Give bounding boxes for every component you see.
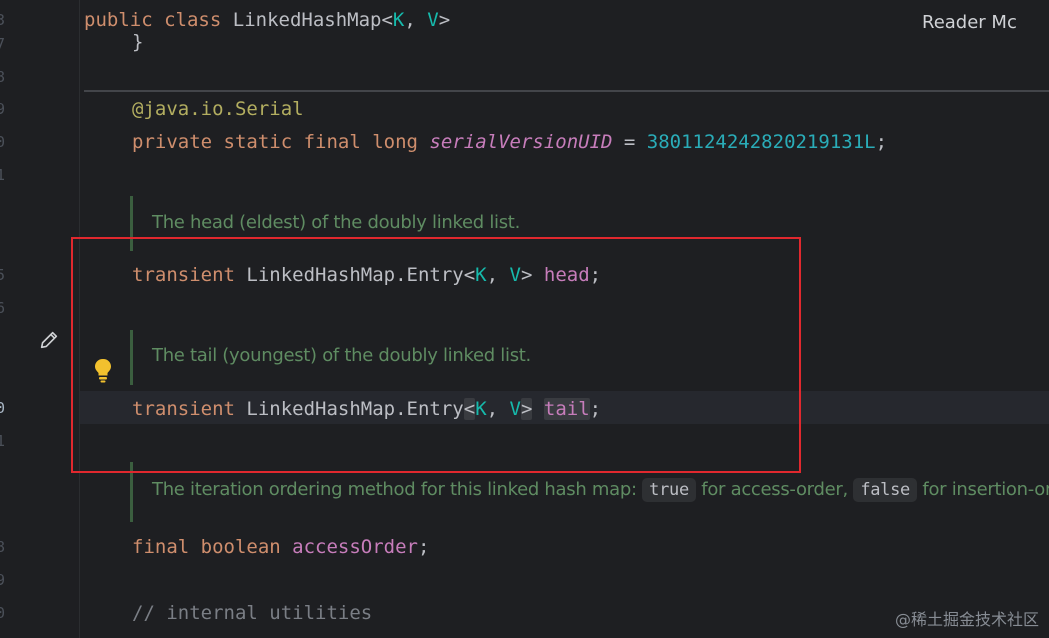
reader-mode-button[interactable]: Reader Mc — [888, 0, 1049, 42]
line-number: 1 — [0, 166, 6, 184]
line-number: 7 — [0, 35, 6, 53]
line-number: 8 — [0, 68, 6, 86]
inline-code-false: false — [853, 478, 917, 502]
annotation-line: @java.io.Serial — [132, 98, 304, 120]
serial-version-line: private static final long serialVersionU… — [132, 131, 888, 153]
line-number: 6 — [0, 299, 6, 317]
line-number: 5 — [0, 266, 6, 284]
separator-rule — [84, 90, 1049, 92]
line-number: 8 — [0, 538, 6, 556]
watermark: @稀土掘金技术社区 — [894, 610, 1039, 629]
line-number: 9 — [0, 571, 6, 589]
head-doc-comment: The head (eldest) of the doubly linked l… — [152, 212, 520, 233]
line-number: 0 — [0, 133, 6, 151]
line-number: 0 — [0, 604, 6, 622]
access-order-doc-comment: The iteration ordering method for this l… — [152, 478, 1049, 502]
highlight-annotation-box — [71, 237, 801, 473]
line-comment: // internal utilities — [132, 602, 373, 624]
access-order-line: final boolean accessOrder; — [132, 536, 430, 558]
line-number: 1 — [0, 432, 6, 450]
line-number: 0 — [0, 399, 6, 417]
closing-brace: } — [132, 31, 144, 53]
inline-code-true: true — [642, 478, 696, 502]
edit-pencil-icon[interactable] — [38, 329, 60, 351]
line-number: 3 — [0, 11, 6, 29]
line-number: 9 — [0, 100, 6, 118]
line-number-gutter: 3 7 8 9 0 1 5 6 0 1 8 9 0 — [0, 0, 80, 638]
